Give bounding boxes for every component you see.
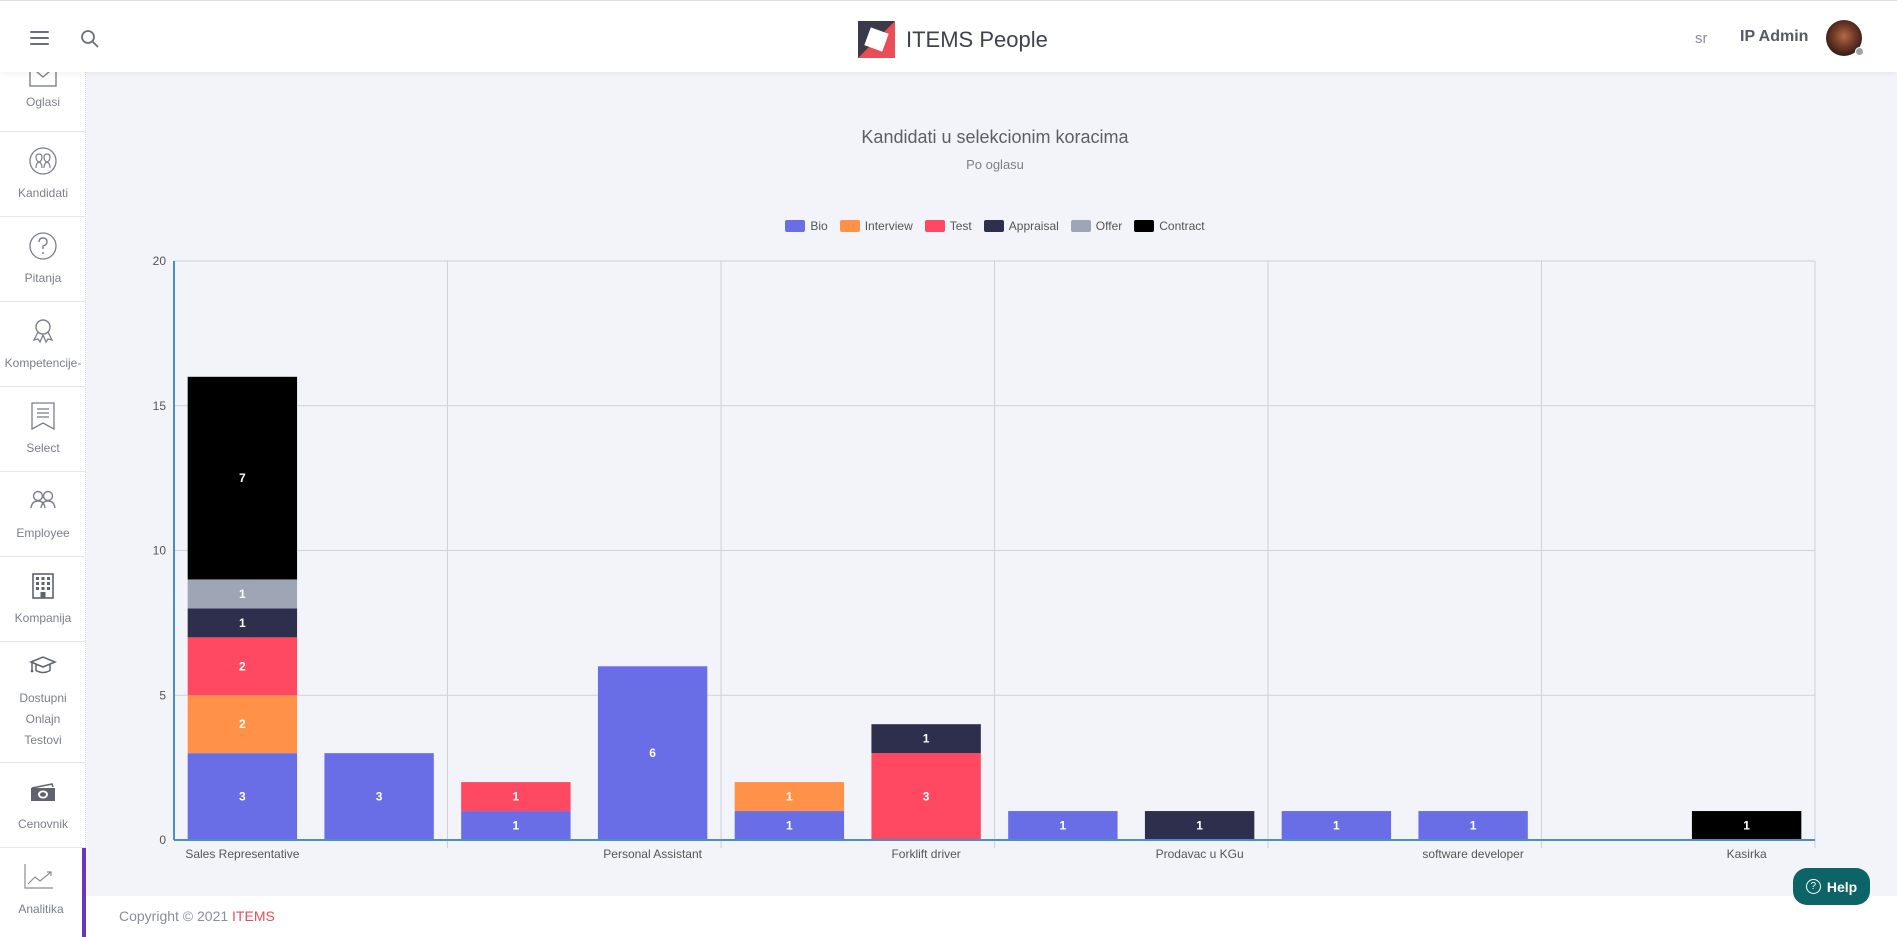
data-label: 3 — [923, 790, 930, 804]
building-icon — [32, 573, 54, 599]
data-label: 2 — [239, 717, 246, 731]
x-tick-label: software developer — [1422, 847, 1523, 861]
data-label: 3 — [376, 790, 383, 804]
data-label: 1 — [513, 790, 520, 804]
brand-logo-icon — [858, 21, 895, 58]
sidebar-item-label: Oglasi — [25, 95, 60, 109]
sidebar: Oglasi Kandidati Pitanja Kompetencije- S… — [0, 65, 86, 937]
data-label: 1 — [239, 587, 246, 601]
sidebar-item-label: Pitanja — [24, 271, 62, 285]
sidebar-item-label: Kandidati — [17, 186, 69, 200]
data-label: 1 — [1060, 819, 1067, 833]
sidebar-item-label: Select — [26, 441, 60, 455]
help-label: Help — [1826, 878, 1858, 895]
sidebar-item-online-tests[interactable]: Dostupni Onlajn Testovi — [0, 642, 86, 763]
avatar[interactable] — [1826, 20, 1864, 56]
brand[interactable]: ITEMS People — [858, 21, 1048, 58]
copyright-text: Copyright © 2021 — [119, 908, 233, 924]
y-tick-label: 0 — [159, 833, 166, 847]
data-label: 1 — [786, 790, 793, 804]
help-circle-icon: ? — [1805, 879, 1821, 894]
data-label: 1 — [1470, 819, 1477, 833]
data-label: 7 — [239, 471, 246, 485]
sidebar-item-analitika[interactable]: Analitika — [0, 848, 86, 937]
question-icon — [29, 232, 57, 260]
money-icon — [31, 783, 55, 801]
sidebar-item-select[interactable]: Select — [0, 387, 86, 472]
data-label: 1 — [1333, 819, 1340, 833]
hamburger-line — [30, 31, 49, 33]
hamburger-line — [30, 37, 49, 39]
search-icon[interactable] — [80, 29, 100, 49]
copyright: Copyright © 2021 ITEMS — [119, 908, 275, 924]
x-tick-label: Sales Representative — [185, 847, 299, 861]
graduation-cap-icon — [29, 656, 57, 674]
footer-brand-link[interactable]: ITEMS — [232, 908, 275, 924]
hamburger-line — [30, 43, 49, 45]
y-tick-label: 10 — [153, 544, 167, 558]
sidebar-item-kompetencije[interactable]: Kompetencije- — [0, 302, 86, 387]
bar-chart: 05101520322117311611 311 1 1 1 1Sales Represe… — [153, 254, 1816, 861]
y-tick-label: 20 — [153, 254, 167, 268]
sidebar-item-label: Kompanija — [14, 611, 72, 625]
sidebar-item-label: Kompetencije- — [4, 356, 82, 370]
sidebar-item-cenovnik[interactable]: Cenovnik — [0, 763, 86, 848]
y-tick-label: 5 — [159, 688, 166, 702]
data-label: 1 — [1196, 819, 1203, 833]
data-label: 3 — [239, 790, 246, 804]
sidebar-item-label: Dostupni Onlajn Testovi — [19, 691, 67, 747]
sidebar-item-label: Cenovnik — [17, 817, 69, 831]
users-icon — [30, 490, 56, 509]
x-tick-label: Forklift driver — [891, 847, 960, 861]
app-name: ITEMS People — [906, 26, 1048, 52]
sidebar-item-pitanja[interactable]: Pitanja — [0, 217, 86, 302]
sidebar-item-kandidati[interactable]: Kandidati — [0, 132, 86, 217]
x-tick-label: Personal Assistant — [603, 847, 702, 861]
sidebar-item-label: Analitika — [18, 902, 64, 916]
footer: Copyright © 2021 ITEMS — [86, 896, 1897, 937]
sidebar-item-label: Employee — [16, 526, 70, 540]
menu-toggle-button[interactable] — [30, 31, 49, 45]
data-label: 1 — [786, 819, 793, 833]
data-label: 1 — [239, 616, 246, 630]
top-bar: ITEMS People sr IP Admin — [0, 0, 1897, 72]
x-tick-label: Kasirka — [1727, 847, 1767, 861]
candidates-icon — [29, 147, 57, 175]
x-tick-label: Prodavac u KGu — [1156, 847, 1244, 861]
sidebar-item-employee[interactable]: Employee — [0, 472, 86, 557]
data-label: 1 — [923, 732, 930, 746]
data-label: 1 — [1743, 819, 1750, 833]
help-button[interactable]: ? Help — [1793, 868, 1870, 905]
data-label: 1 — [513, 819, 520, 833]
award-icon — [32, 319, 54, 344]
data-label: 6 — [649, 746, 656, 760]
bookmark-list-icon — [31, 402, 55, 431]
data-label: 2 — [239, 659, 246, 673]
sidebar-item-kompanija[interactable]: Kompanija — [0, 557, 86, 642]
chart-line-icon — [24, 864, 53, 889]
user-name[interactable]: IP Admin — [1740, 28, 1808, 46]
y-tick-label: 15 — [153, 399, 167, 413]
language-switcher[interactable]: sr — [1695, 30, 1708, 47]
status-dot-icon — [1855, 47, 1864, 56]
